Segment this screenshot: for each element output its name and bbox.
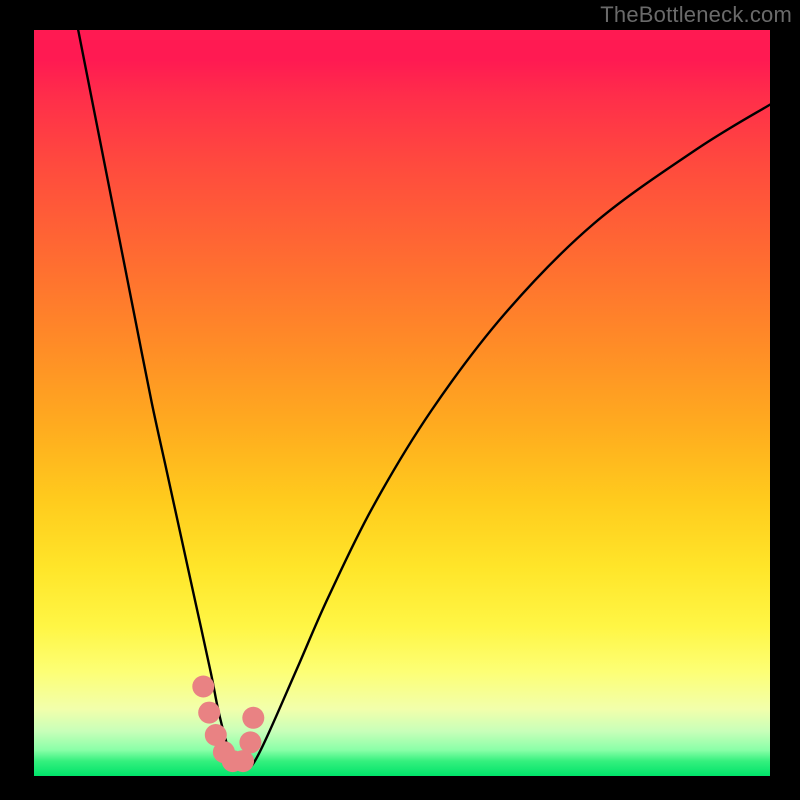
- watermark-text: TheBottleneck.com: [600, 2, 792, 28]
- optimal-marker-dot: [239, 731, 261, 753]
- optimal-marker-dot: [192, 676, 214, 698]
- optimal-marker-dot: [198, 702, 220, 724]
- curve-layer: [34, 30, 770, 776]
- optimal-region-marker: [192, 676, 264, 773]
- bottleneck-curve: [78, 30, 770, 769]
- optimal-marker-dot: [232, 750, 254, 772]
- plot-area: [34, 30, 770, 776]
- outer-frame: TheBottleneck.com: [0, 0, 800, 800]
- optimal-marker-dot: [242, 707, 264, 729]
